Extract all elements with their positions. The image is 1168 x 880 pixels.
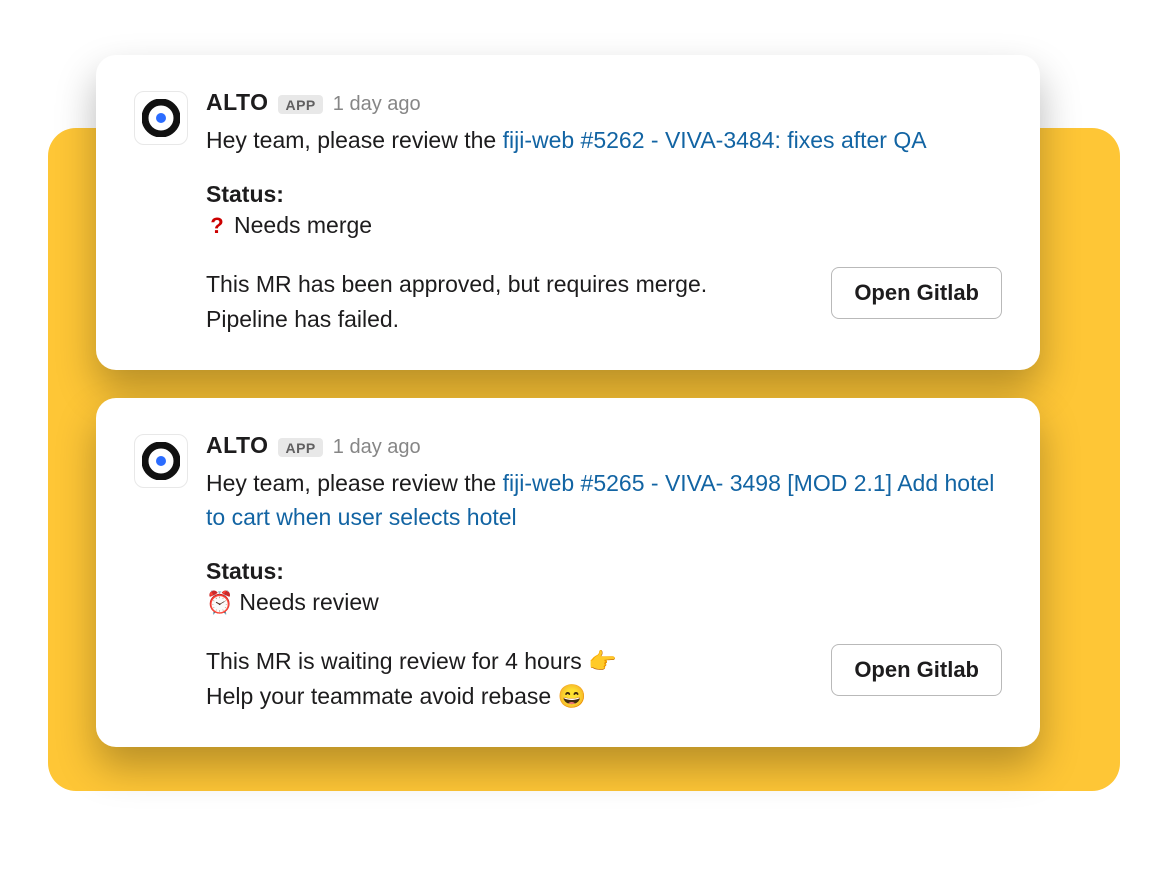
intro-text: Hey team, please review the [206,470,503,496]
detail-text: This MR is waiting review for 4 hours 👉 … [206,644,807,713]
question-mark-icon: ? [206,213,228,239]
status-label: Status: [206,181,1002,208]
alto-logo-icon [142,442,180,480]
app-badge: APP [278,95,322,114]
detail-line: Help your teammate avoid rebase 😄 [206,679,807,714]
message-header: ALTO APP 1 day ago [206,432,1002,459]
message-timestamp: 1 day ago [333,436,421,459]
app-badge: APP [278,438,322,457]
status-line: ⏰ Needs review [206,589,1002,616]
slack-message-card: ALTO APP 1 day ago Hey team, please revi… [96,55,1040,370]
status-line: ? Needs merge [206,212,1002,239]
status-text: Needs review [239,589,378,616]
open-gitlab-button[interactable]: Open Gitlab [831,644,1002,696]
bot-name: ALTO [206,89,268,116]
message-header: ALTO APP 1 day ago [206,89,1002,116]
detail-line: This MR is waiting review for 4 hours 👉 [206,644,807,679]
detail-line: This MR has been approved, but requires … [206,267,807,302]
detail-text: This MR has been approved, but requires … [206,267,807,336]
alto-logo-icon [142,99,180,137]
intro-text: Hey team, please review the [206,127,503,153]
status-block: Status: ⏰ Needs review [206,558,1002,616]
bot-name: ALTO [206,432,268,459]
message-body: Hey team, please review the fiji-web #52… [206,467,1002,534]
status-text: Needs merge [234,212,372,239]
open-gitlab-button[interactable]: Open Gitlab [831,267,1002,319]
message-body: Hey team, please review the fiji-web #52… [206,124,1002,157]
message-list: ALTO APP 1 day ago Hey team, please revi… [96,55,1040,747]
alarm-clock-icon: ⏰ [206,590,233,616]
bot-avatar [134,91,188,145]
status-block: Status: ? Needs merge [206,181,1002,239]
slack-message-card: ALTO APP 1 day ago Hey team, please revi… [96,398,1040,747]
detail-line: Pipeline has failed. [206,302,807,337]
message-timestamp: 1 day ago [333,93,421,116]
merge-request-link[interactable]: fiji-web #5262 - VIVA-3484: fixes after … [503,127,927,153]
bot-avatar [134,434,188,488]
status-label: Status: [206,558,1002,585]
